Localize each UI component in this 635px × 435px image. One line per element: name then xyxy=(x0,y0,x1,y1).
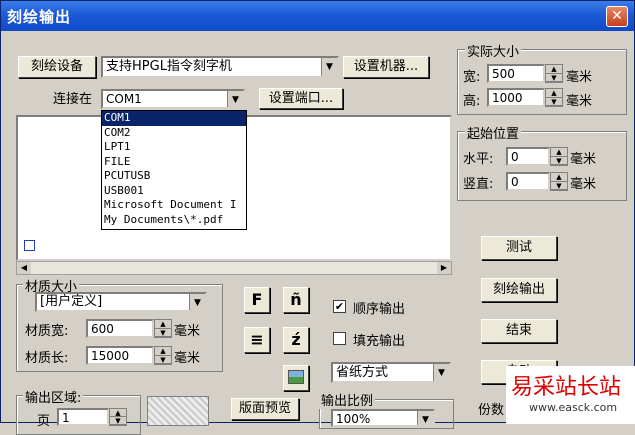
watermark-logo: 易采站长站 xyxy=(511,375,622,400)
material-preset-value: [用户定义] xyxy=(40,294,103,309)
end-button[interactable]: 结束 xyxy=(481,319,557,343)
port-select[interactable]: COM1 ▼ xyxy=(101,89,245,109)
scroll-right-icon[interactable]: ▶ xyxy=(437,262,451,274)
material-width-label: 材质宽: xyxy=(25,324,69,339)
sequential-output-checkbox[interactable]: ✔ xyxy=(333,300,346,313)
fill-output-checkbox[interactable] xyxy=(333,332,346,345)
horizontal-scrollbar[interactable]: ◀ ▶ xyxy=(16,261,452,275)
chevron-down-icon[interactable]: ▼ xyxy=(321,58,337,76)
material-length-unit: 毫米 xyxy=(174,351,201,366)
page-input[interactable]: 1 xyxy=(57,408,109,426)
font-f-icon[interactable]: F xyxy=(244,287,270,313)
driver-select[interactable]: 支持HPGL指令刻字机 ▼ xyxy=(101,56,339,78)
material-width-input[interactable]: 600 xyxy=(86,319,154,338)
start-x-unit: 毫米 xyxy=(570,152,597,167)
char-spacing-icon[interactable]: ź xyxy=(283,327,309,353)
watermark-url: www.easck.com xyxy=(529,401,618,414)
page-label: 页 xyxy=(37,414,51,429)
port-dropdown-list[interactable]: COM1 COM2 LPT1 FILE PCUTUSB USB001 Micro… xyxy=(101,110,247,230)
material-length-label: 材质长: xyxy=(25,351,69,366)
vertical-label: 竖直: xyxy=(463,177,494,192)
mirror-icon[interactable]: ñ xyxy=(283,287,309,313)
page-stepper[interactable]: ▲ ▼ xyxy=(109,408,127,426)
output-scale-value: 100% xyxy=(336,412,371,426)
port-label: 连接在 xyxy=(53,92,93,107)
width-stepper[interactable]: ▲ ▼ xyxy=(545,64,563,83)
material-width-stepper[interactable]: ▲ ▼ xyxy=(154,319,172,338)
setup-port-button[interactable]: 设置端口... xyxy=(259,88,343,109)
chevron-down-icon[interactable]: ▼ xyxy=(433,364,449,381)
area-thumbnail xyxy=(147,396,209,426)
list-item[interactable]: PCUTUSB xyxy=(102,169,246,184)
window-title: 刻绘输出 xyxy=(7,8,72,26)
sequential-output-label: 顺序输出 xyxy=(353,302,406,317)
material-length-stepper[interactable]: ▲ ▼ xyxy=(154,346,172,365)
height-stepper[interactable]: ▲ ▼ xyxy=(545,88,563,107)
output-scale-title: 输出比例 xyxy=(319,390,376,409)
origin-marker xyxy=(24,240,35,251)
list-item[interactable]: USB001 xyxy=(102,184,246,199)
start-y-stepper[interactable]: ▲ ▼ xyxy=(550,172,568,191)
list-item[interactable]: LPT1 xyxy=(102,140,246,155)
output-scale-select[interactable]: 100% ▼ xyxy=(331,409,435,427)
driver-value: 支持HPGL指令刻字机 xyxy=(106,59,232,74)
start-x-input[interactable]: 0 xyxy=(506,147,550,166)
actual-size-title: 实际大小 xyxy=(465,41,522,60)
start-position-title: 起始位置 xyxy=(465,123,522,142)
test-button[interactable]: 测试 xyxy=(481,236,557,260)
width-label: 宽: xyxy=(463,70,481,85)
horizontal-label: 水平: xyxy=(463,152,494,167)
copies-label: 份数 xyxy=(478,403,505,418)
output-area-title: 输出区域: xyxy=(23,387,84,406)
cut-output-dialog: 刻绘输出 ✕ 刻绘设备 支持HPGL指令刻字机 ▼ 设置机器... 连接在 CO… xyxy=(0,0,635,435)
list-item[interactable]: FILE xyxy=(102,155,246,170)
start-y-unit: 毫米 xyxy=(570,177,597,192)
align-lines-icon[interactable]: ≡ xyxy=(244,327,270,353)
chevron-down-icon[interactable]: ▼ xyxy=(227,91,243,107)
layout-preview-button[interactable]: 版面预览 xyxy=(231,398,299,420)
material-preset-select[interactable]: [用户定义] ▼ xyxy=(35,292,207,312)
paper-mode-select[interactable]: 省纸方式 ▼ xyxy=(331,362,451,383)
material-width-unit: 毫米 xyxy=(174,324,201,339)
image-icon[interactable] xyxy=(283,365,309,391)
list-item[interactable]: Microsoft Document I xyxy=(102,198,246,213)
chevron-down-icon[interactable]: ▼ xyxy=(189,294,205,310)
material-length-input[interactable]: 15000 xyxy=(86,346,154,365)
actual-width-input[interactable]: 500 xyxy=(487,64,545,83)
start-x-stepper[interactable]: ▲ ▼ xyxy=(550,147,568,166)
list-item[interactable]: COM2 xyxy=(102,126,246,141)
height-unit: 毫米 xyxy=(566,94,593,109)
width-unit: 毫米 xyxy=(566,70,593,85)
setup-machine-button[interactable]: 设置机器... xyxy=(343,56,429,78)
actual-height-input[interactable]: 1000 xyxy=(487,88,545,107)
start-y-input[interactable]: 0 xyxy=(506,172,550,191)
cut-device-button[interactable]: 刻绘设备 xyxy=(18,56,96,78)
list-item[interactable]: COM1 xyxy=(102,111,246,126)
cut-output-button[interactable]: 刻绘输出 xyxy=(481,278,557,302)
height-label: 高: xyxy=(463,94,481,109)
fill-output-label: 填充输出 xyxy=(353,334,406,349)
list-item[interactable]: My Documents\*.pdf xyxy=(102,213,246,228)
scroll-left-icon[interactable]: ◀ xyxy=(17,262,31,274)
port-value: COM1 xyxy=(106,92,142,106)
close-button[interactable]: ✕ xyxy=(606,6,628,27)
title-bar[interactable]: 刻绘输出 ✕ xyxy=(1,1,634,31)
paper-mode-value: 省纸方式 xyxy=(336,365,389,380)
